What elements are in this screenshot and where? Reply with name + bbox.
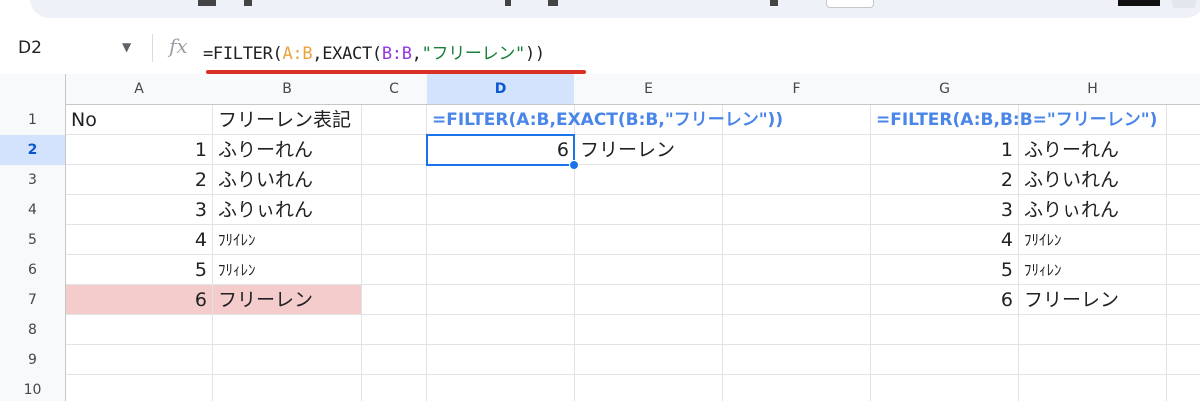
- cell-h5[interactable]: ﾌﾘｲﾚﾝ: [1019, 225, 1200, 255]
- cell-a1[interactable]: No: [66, 105, 212, 135]
- cell-g7[interactable]: 6: [871, 285, 1018, 315]
- cell-b2[interactable]: ふりーれん: [213, 135, 361, 165]
- cell-a7[interactable]: 6: [66, 285, 212, 315]
- cell-b7[interactable]: フリーレン: [213, 285, 361, 315]
- cell-a3[interactable]: 2: [66, 165, 212, 195]
- row-header-6[interactable]: 6: [0, 255, 65, 285]
- cell-e2[interactable]: フリーレン: [575, 135, 722, 165]
- row-header-1[interactable]: 1: [0, 105, 65, 135]
- row-header-7[interactable]: 7: [0, 285, 65, 315]
- toolbar-icon[interactable]: [770, 0, 778, 6]
- grid-line: [0, 344, 1200, 345]
- column-header-b[interactable]: B: [213, 74, 361, 104]
- cell-b4[interactable]: ふりぃれん: [213, 195, 361, 225]
- formula-bar-divider: [152, 34, 153, 62]
- cell-d1[interactable]: =FILTER(A:B,EXACT(B:B,"フリーレン")): [427, 105, 827, 135]
- cell-a6[interactable]: 5: [66, 255, 212, 285]
- cell-h3[interactable]: ふりいれん: [1019, 165, 1200, 195]
- formula-part: ,: [411, 44, 422, 64]
- column-header-a[interactable]: A: [66, 74, 212, 104]
- cell-b1[interactable]: フリーレン表記: [213, 105, 361, 135]
- cell-b6[interactable]: ﾌﾘｨﾚﾝ: [213, 255, 361, 285]
- row-header-5[interactable]: 5: [0, 225, 65, 255]
- cell-b5[interactable]: ﾌﾘｲﾚﾝ: [213, 225, 361, 255]
- row-header-9[interactable]: 9: [0, 345, 65, 375]
- cell-a5[interactable]: 4: [66, 225, 212, 255]
- cell-a2[interactable]: 1: [66, 135, 212, 165]
- cell-h6[interactable]: ﾌﾘｨﾚﾝ: [1019, 255, 1200, 285]
- toolbar-icon[interactable]: [244, 0, 252, 6]
- cell-g4[interactable]: 3: [871, 195, 1018, 225]
- toolbar-icon[interactable]: [198, 0, 216, 6]
- column-header-e[interactable]: E: [575, 74, 722, 104]
- fx-icon: fx: [169, 34, 188, 58]
- column-header-g[interactable]: G: [871, 74, 1018, 104]
- fill-handle[interactable]: [569, 160, 579, 170]
- row-header-8[interactable]: 8: [0, 315, 65, 345]
- formula-string-literal: "フリーレン": [421, 44, 526, 64]
- cell-g6[interactable]: 5: [871, 255, 1018, 285]
- cell-g1[interactable]: =FILTER(A:B,B:B="フリーレン"): [871, 105, 1200, 135]
- formula-bar: D2 ▼ fx =FILTER(A:B,EXACT(B:B,"フリーレン")): [0, 24, 1200, 74]
- cell-b3[interactable]: ふりいれん: [213, 165, 361, 195]
- cell-g2[interactable]: 1: [871, 135, 1018, 165]
- toolbar: [0, 0, 1200, 24]
- row-header-3[interactable]: 3: [0, 165, 65, 195]
- toolbar-icon[interactable]: [548, 0, 558, 6]
- formula-range-ref: A:B: [282, 44, 313, 64]
- formula-part: ,EXACT(: [312, 44, 382, 64]
- column-header-h[interactable]: H: [1019, 74, 1166, 104]
- formula-part: =FILTER(: [203, 44, 283, 64]
- toolbar-button[interactable]: [1172, 0, 1196, 8]
- cell-h4[interactable]: ふりぃれん: [1019, 195, 1200, 225]
- row-header-10[interactable]: 10: [0, 375, 65, 401]
- spreadsheet-grid[interactable]: A B C D E F G H 1 2 3 4 5 6 7 8 9 10 No …: [0, 74, 1200, 401]
- grid-line: [0, 374, 1200, 375]
- triangle-down-icon[interactable]: ▼: [122, 40, 131, 54]
- row-header-4[interactable]: 4: [0, 195, 65, 225]
- column-header-f[interactable]: F: [723, 74, 870, 104]
- formula-range-ref: B:B: [381, 44, 412, 64]
- cell-h7[interactable]: フリーレン: [1019, 285, 1200, 315]
- column-header-c[interactable]: C: [362, 74, 426, 104]
- toolbar-button[interactable]: [826, 0, 874, 8]
- name-box[interactable]: D2: [18, 38, 42, 58]
- formula-part: )): [524, 44, 545, 64]
- cell-h2[interactable]: ふりーれん: [1019, 135, 1200, 165]
- selected-cell-border: [426, 134, 575, 166]
- cell-a4[interactable]: 3: [66, 195, 212, 225]
- formula-input[interactable]: =FILTER(A:B,EXACT(B:B,"フリーレン")): [203, 39, 545, 64]
- grid-line: [65, 74, 66, 104]
- toolbar-icon[interactable]: [505, 0, 511, 6]
- toolbar-color-swatch[interactable]: [1118, 0, 1160, 6]
- row-header-2[interactable]: 2: [0, 135, 65, 165]
- cell-g3[interactable]: 2: [871, 165, 1018, 195]
- column-header-d[interactable]: D: [427, 74, 574, 104]
- grid-line: [361, 74, 362, 401]
- cell-g5[interactable]: 4: [871, 225, 1018, 255]
